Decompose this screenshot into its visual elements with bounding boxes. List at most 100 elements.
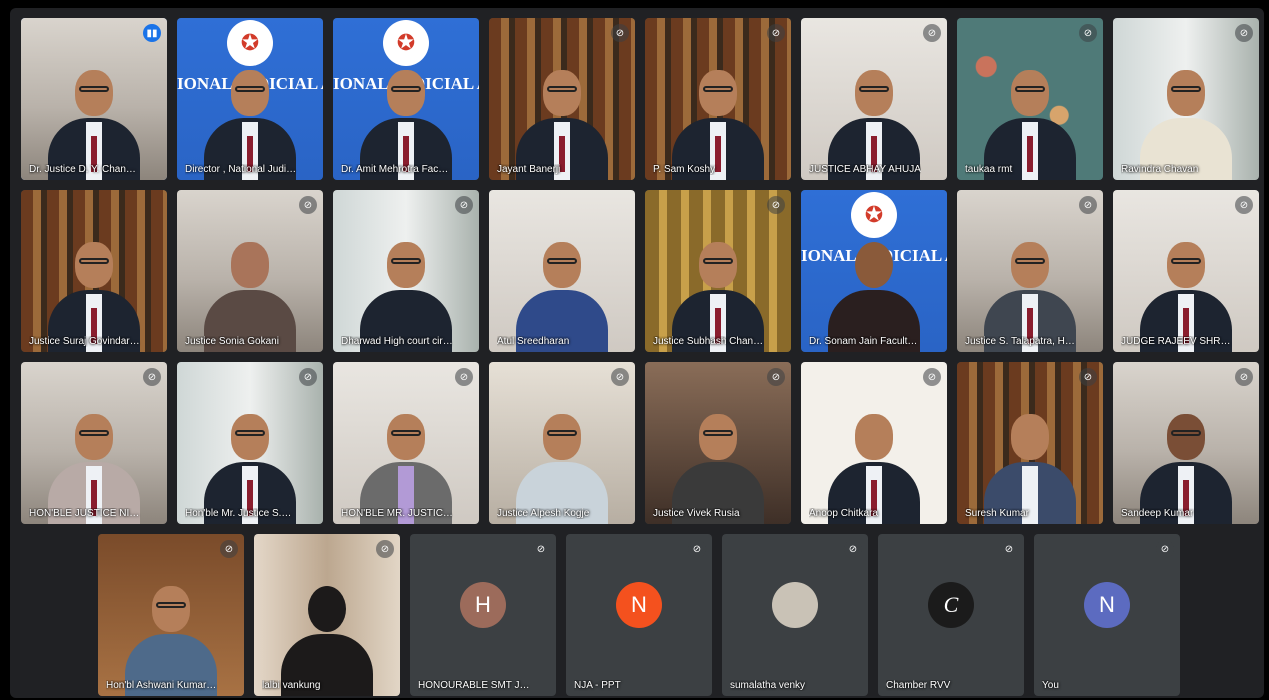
- avatar: H: [460, 582, 506, 628]
- mic-off-icon: ⊘: [455, 196, 473, 214]
- mic-off-icon: ⊘: [1079, 196, 1097, 214]
- participant-name: Anoop Chitkara: [809, 508, 878, 519]
- participant-tile[interactable]: ✪ IONAL JUDICIAL ACADI Director , Nation…: [177, 18, 323, 180]
- participant-tile[interactable]: ⊘ lalbi vankung: [254, 534, 400, 696]
- participant-tile[interactable]: ⊘ Dharwad High court circuit...: [333, 190, 479, 352]
- mic-off-icon: ⊘: [376, 540, 394, 558]
- audio-level-icon: ▮▮: [143, 24, 161, 42]
- participant-tile[interactable]: ⊘ HON'BLE JUSTICE NITIN B S...: [21, 362, 167, 524]
- mic-off-icon: ⊘: [767, 368, 785, 386]
- participant-name: HONOURABLE SMT JUSTICE ...: [418, 680, 530, 691]
- participant-tile[interactable]: ⊘ Anoop Chitkara: [801, 362, 947, 524]
- mic-off-icon: ⊘: [1079, 368, 1097, 386]
- mic-off-icon: ⊘: [611, 368, 629, 386]
- avatar: N: [1084, 582, 1130, 628]
- participant-tile[interactable]: ▮▮ Dr. Justice D. Y. Chandrach...: [21, 18, 167, 180]
- mic-off-icon: ⊘: [1156, 540, 1174, 558]
- participant-tile[interactable]: ⊘ sumalatha venky: [722, 534, 868, 696]
- mic-off-icon: ⊘: [767, 196, 785, 214]
- mic-off-icon: ⊘: [1000, 540, 1018, 558]
- participant-name: Justice Subhash Chand Jha...: [653, 336, 765, 347]
- participant-name: Justice S. Talapatra, High C...: [965, 336, 1077, 347]
- participant-name: sumalatha venky: [730, 680, 806, 691]
- mic-off-icon: ⊘: [688, 540, 706, 558]
- grid-row-3: ⊘ HON'BLE JUSTICE NITIN B S... ⊘ Hon'ble…: [21, 362, 1269, 524]
- avatar: N: [616, 582, 662, 628]
- academy-logo-icon: ✪: [383, 20, 429, 66]
- participant-name: Sandeep Kumar: [1121, 508, 1194, 519]
- participant-name: Ravindra Chavan: [1121, 164, 1199, 175]
- participant-tile[interactable]: ⊘ Justice Sonia Gokani: [177, 190, 323, 352]
- grid-row-1: ▮▮ Dr. Justice D. Y. Chandrach... ✪ IONA…: [21, 18, 1269, 180]
- participant-tile[interactable]: Justice Suraj Govindaraj - ...: [21, 190, 167, 352]
- participant-tile[interactable]: ⊘ JUDGE RAJEEV SHRIVASTA...: [1113, 190, 1259, 352]
- participant-name: Dr. Justice D. Y. Chandrach...: [29, 164, 141, 175]
- participant-tile[interactable]: ⊘ P. Sam Koshy: [645, 18, 791, 180]
- grid-row-2: Justice Suraj Govindaraj - ... ⊘ Justice…: [21, 190, 1269, 352]
- participant-name: Dr. Amit Mehrotra Faculty, ...: [341, 164, 453, 175]
- mic-off-icon: ⊘: [143, 368, 161, 386]
- mic-off-icon: ⊘: [1235, 24, 1253, 42]
- participant-tile[interactable]: ⊘ Justice Alpesh Kogje: [489, 362, 635, 524]
- mic-off-icon: ⊘: [1079, 24, 1097, 42]
- participant-tile[interactable]: ⊘ Justice Subhash Chand Jha...: [645, 190, 791, 352]
- participant-tile[interactable]: H ⊘ HONOURABLE SMT JUSTICE ...: [410, 534, 556, 696]
- mic-off-icon: ⊘: [220, 540, 238, 558]
- mic-off-icon: ⊘: [455, 368, 473, 386]
- academy-logo-icon: ✪: [851, 192, 897, 238]
- participant-tile[interactable]: ⊘ Jayant Banerji: [489, 18, 635, 180]
- participant-name: JUSTICE ABHAY AHUJA: [809, 164, 921, 175]
- participant-tile[interactable]: ⊘ Hon'bl Ashwani Kumar Mis...: [98, 534, 244, 696]
- participant-name: Justice Vivek Rusia: [653, 508, 740, 519]
- participant-name: Hon'ble Mr. Justice S.G. Ch...: [185, 508, 297, 519]
- participant-tile[interactable]: ⊘ HON'BLE MR. JUSTICE AMB...: [333, 362, 479, 524]
- participant-name: Atul Sreedharan: [497, 336, 570, 347]
- participant-name: Justice Alpesh Kogje: [497, 508, 590, 519]
- mic-off-icon: ⊘: [923, 368, 941, 386]
- participant-tile[interactable]: ⊘ Suresh Kumar: [957, 362, 1103, 524]
- avatar: [772, 582, 818, 628]
- participant-tile[interactable]: ⊘ Ravindra Chavan: [1113, 18, 1259, 180]
- academy-logo-icon: ✪: [227, 20, 273, 66]
- participant-tile[interactable]: Atul Sreedharan: [489, 190, 635, 352]
- participant-name: Jayant Banerji: [497, 164, 561, 175]
- mic-off-icon: ⊘: [1235, 368, 1253, 386]
- participant-tile[interactable]: ⊘ Justice S. Talapatra, High C...: [957, 190, 1103, 352]
- participant-name: Justice Sonia Gokani: [185, 336, 279, 347]
- avatar: C: [928, 582, 974, 628]
- participant-name: P. Sam Koshy: [653, 164, 716, 175]
- mic-off-icon: ⊘: [299, 368, 317, 386]
- participant-name: NJA - PPT: [574, 680, 621, 691]
- participant-name: lalbi vankung: [262, 680, 321, 691]
- mic-off-icon: ⊘: [844, 540, 862, 558]
- participant-tile[interactable]: ⊘ Hon'ble Mr. Justice S.G. Ch...: [177, 362, 323, 524]
- participant-tile[interactable]: ⊘ Sandeep Kumar: [1113, 362, 1259, 524]
- grid-row-4: ⊘ Hon'bl Ashwani Kumar Mis... ⊘ lalbi va…: [98, 534, 1190, 696]
- participant-name: Dharwad High court circuit...: [341, 336, 453, 347]
- participant-name: Suresh Kumar: [965, 508, 1029, 519]
- participant-name: Dr. Sonam Jain Faculty NJA: [809, 336, 921, 347]
- mic-off-icon: ⊘: [923, 24, 941, 42]
- participant-name: JUDGE RAJEEV SHRIVASTA...: [1121, 336, 1233, 347]
- participant-name: Chamber RVV: [886, 680, 951, 691]
- participant-name: Director , National Judicial ...: [185, 164, 297, 175]
- mic-off-icon: ⊘: [299, 196, 317, 214]
- mic-off-icon: ⊘: [1235, 196, 1253, 214]
- participant-tile[interactable]: N ⊘ You: [1034, 534, 1180, 696]
- participant-tile[interactable]: ✪ IONAL JUDICIAL ACADI Dr. Amit Mehrotra…: [333, 18, 479, 180]
- participant-tile[interactable]: ✪ IONAL JUDICIAL ACADI Dr. Sonam Jain Fa…: [801, 190, 947, 352]
- participant-name: HON'BLE JUSTICE NITIN B S...: [29, 508, 141, 519]
- participant-name: Justice Suraj Govindaraj - ...: [29, 336, 141, 347]
- participant-name: You: [1042, 680, 1059, 691]
- participant-name: HON'BLE MR. JUSTICE AMB...: [341, 508, 453, 519]
- mic-off-icon: ⊘: [611, 24, 629, 42]
- participant-tile[interactable]: N ⊘ NJA - PPT: [566, 534, 712, 696]
- participant-tile[interactable]: C ⊘ Chamber RVV: [878, 534, 1024, 696]
- mic-off-icon: ⊘: [767, 24, 785, 42]
- mic-off-icon: ⊘: [532, 540, 550, 558]
- participant-tile[interactable]: ⊘ Justice Vivek Rusia: [645, 362, 791, 524]
- participant-name: taukaa rmt: [965, 164, 1013, 175]
- participant-tile[interactable]: ⊘ taukaa rmt: [957, 18, 1103, 180]
- participant-tile[interactable]: ⊘ JUSTICE ABHAY AHUJA: [801, 18, 947, 180]
- participant-name: Hon'bl Ashwani Kumar Mis...: [106, 680, 218, 691]
